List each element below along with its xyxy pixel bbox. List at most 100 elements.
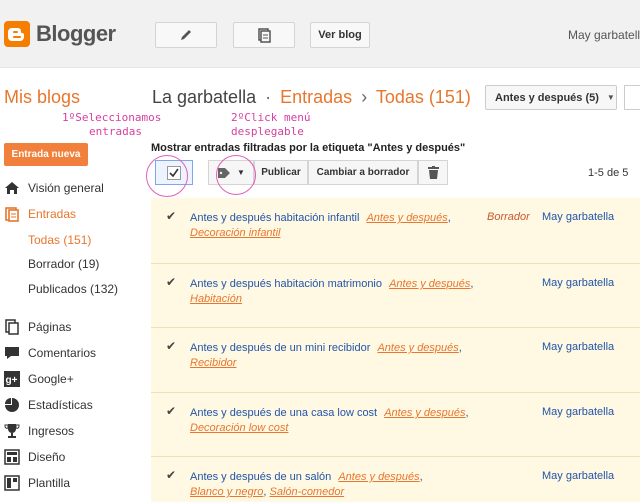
sidebar-item-layout[interactable]: Diseño bbox=[4, 447, 65, 467]
sidebar-subitem-drafts[interactable]: Borrador (19) bbox=[28, 254, 99, 274]
publish-button[interactable]: Publicar bbox=[254, 160, 308, 185]
table-row[interactable]: ✔ Antes y después de un salón Antes y de… bbox=[151, 457, 640, 502]
my-blogs-link[interactable]: Mis blogs bbox=[4, 87, 80, 108]
blogger-logo-icon bbox=[4, 21, 30, 47]
post-title[interactable]: Antes y después habitación matrimonio bbox=[190, 278, 382, 290]
post-title-cell: Antes y después habitación infantil Ante… bbox=[190, 212, 451, 239]
post-label[interactable]: Antes y después bbox=[366, 212, 447, 224]
post-author[interactable]: May garbatella bbox=[542, 341, 614, 353]
post-title[interactable]: Antes y después de una casa low cost bbox=[190, 407, 377, 419]
template-icon bbox=[4, 475, 20, 491]
user-name[interactable]: May garbatella bbox=[568, 28, 640, 42]
post-title[interactable]: Antes y después de un mini recibidor bbox=[190, 342, 370, 354]
row-checkbox[interactable]: ✔ bbox=[166, 405, 179, 418]
sidebar-item-label: Google+ bbox=[28, 372, 74, 386]
table-row[interactable]: ✔ Antes y después de una casa low cost A… bbox=[151, 393, 640, 457]
post-label[interactable]: Blanco y negro bbox=[190, 486, 263, 498]
draft-badge: Borrador bbox=[487, 211, 530, 223]
annotation-step2-line2: desplegable bbox=[231, 125, 304, 138]
post-label[interactable]: Salón-comedor bbox=[270, 486, 345, 498]
delete-button[interactable] bbox=[418, 160, 448, 185]
row-checkbox[interactable]: ✔ bbox=[166, 276, 179, 289]
sidebar-subitem-all[interactable]: Todas (151) bbox=[28, 230, 91, 250]
breadcrumb-filter[interactable]: Todas (151) bbox=[376, 87, 471, 107]
sidebar-item-label: Plantilla bbox=[28, 476, 71, 490]
table-row[interactable]: ✔ Antes y después de un mini recibidor A… bbox=[151, 328, 640, 393]
pagination-count: 1-5 de 5 bbox=[588, 167, 629, 179]
sidebar-item-label: Estadísticas bbox=[28, 398, 93, 412]
post-author[interactable]: May garbatella bbox=[542, 470, 614, 482]
post-label[interactable]: Habitación bbox=[190, 293, 242, 305]
post-label[interactable]: Antes y después bbox=[389, 278, 470, 290]
posts-list: ✔ Antes y después habitación infantil An… bbox=[151, 198, 640, 502]
post-author[interactable]: May garbatella bbox=[542, 406, 614, 418]
top-bar: Blogger Ver blog May garbatella bbox=[0, 0, 640, 68]
search-input[interactable] bbox=[624, 85, 640, 110]
revert-to-draft-button[interactable]: Cambiar a borrador bbox=[308, 160, 418, 185]
annotation-circle-label bbox=[216, 155, 256, 195]
post-title-cell: Antes y después de un mini recibidor Ant… bbox=[190, 342, 462, 369]
post-author[interactable]: May garbatella bbox=[542, 277, 614, 289]
sidebar-item-earnings[interactable]: Ingresos bbox=[4, 421, 74, 441]
blogger-logo[interactable]: Blogger bbox=[4, 21, 116, 47]
post-title-cell: Antes y después de una casa low cost Ant… bbox=[190, 407, 469, 434]
post-title-cell: Antes y después habitación matrimonio An… bbox=[190, 278, 474, 305]
sidebar-subitem-published[interactable]: Publicados (132) bbox=[28, 279, 118, 299]
post-label[interactable]: Recibidor bbox=[190, 357, 236, 369]
stats-icon bbox=[4, 397, 20, 413]
sidebar-item-label: Visión general bbox=[28, 181, 104, 195]
post-label[interactable]: Antes y después bbox=[338, 471, 419, 483]
trash-icon bbox=[427, 166, 439, 179]
annotation-step1-line2: entradas bbox=[89, 125, 142, 138]
annotation-step1: 1ºSeleccionamos bbox=[62, 111, 162, 124]
sidebar-item-posts[interactable]: Entradas bbox=[4, 204, 76, 224]
annotation-step2: 2ºClick menú bbox=[231, 111, 311, 124]
sidebar-item-overview[interactable]: Visión general bbox=[4, 178, 104, 198]
chevron-down-icon: ▼ bbox=[606, 93, 615, 102]
breadcrumb-section[interactable]: Entradas bbox=[280, 87, 352, 107]
comment-icon bbox=[4, 345, 20, 361]
sidebar-item-template[interactable]: Plantilla bbox=[4, 473, 70, 493]
row-checkbox[interactable]: ✔ bbox=[166, 469, 179, 482]
post-author[interactable]: May garbatella bbox=[542, 211, 614, 223]
row-checkbox[interactable]: ✔ bbox=[166, 210, 179, 223]
breadcrumb: La garbatella · Entradas › Todas (151) bbox=[152, 87, 471, 108]
post-label[interactable]: Antes y después bbox=[377, 342, 458, 354]
view-blog-button[interactable]: Ver blog bbox=[310, 22, 370, 48]
label-filter-dropdown[interactable]: Antes y después (5) ▼ bbox=[485, 85, 617, 110]
blog-name[interactable]: La garbatella bbox=[152, 87, 256, 107]
post-label[interactable]: Decoración low cost bbox=[190, 422, 288, 434]
pages-icon bbox=[4, 319, 20, 335]
posts-list-button[interactable] bbox=[233, 22, 295, 48]
blogger-wordmark: Blogger bbox=[36, 21, 116, 46]
svg-text:g+: g+ bbox=[6, 375, 18, 386]
post-title[interactable]: Antes y después habitación infantil bbox=[190, 212, 359, 224]
sidebar-item-label: Diseño bbox=[28, 450, 66, 464]
sidebar-item-label: Ingresos bbox=[28, 424, 75, 438]
sidebar-item-label: Páginas bbox=[28, 320, 72, 334]
new-post-button[interactable]: Entrada nueva bbox=[4, 143, 88, 166]
posts-icon bbox=[4, 206, 20, 222]
sidebar-item-googleplus[interactable]: g+ Google+ bbox=[4, 369, 74, 389]
home-icon bbox=[4, 180, 20, 196]
sidebar-item-label: Entradas bbox=[28, 207, 77, 221]
layout-icon bbox=[4, 449, 20, 465]
post-label[interactable]: Decoración infantil bbox=[190, 227, 281, 239]
table-row[interactable]: ✔ Antes y después habitación infantil An… bbox=[151, 198, 640, 264]
table-row[interactable]: ✔ Antes y después habitación matrimonio … bbox=[151, 264, 640, 328]
sidebar-item-pages[interactable]: Páginas bbox=[4, 317, 71, 337]
sidebar-item-stats[interactable]: Estadísticas bbox=[4, 395, 93, 415]
filter-title: Mostrar entradas filtradas por la etique… bbox=[151, 142, 466, 154]
breadcrumb-arrow: › bbox=[361, 87, 368, 107]
post-label[interactable]: Antes y después bbox=[384, 407, 465, 419]
breadcrumb-dot: · bbox=[265, 87, 272, 107]
sidebar-item-label: Comentarios bbox=[28, 346, 97, 360]
post-title-cell: Antes y después de un salón Antes y desp… bbox=[190, 471, 423, 498]
sidebar-item-comments[interactable]: Comentarios bbox=[4, 343, 96, 363]
post-title[interactable]: Antes y después de un salón bbox=[190, 471, 331, 483]
documents-icon bbox=[258, 28, 271, 43]
row-checkbox[interactable]: ✔ bbox=[166, 340, 179, 353]
annotation-circle-select bbox=[146, 155, 188, 197]
new-post-pencil-button[interactable] bbox=[155, 22, 217, 48]
label-filter-value: Antes y después (5) bbox=[495, 91, 599, 104]
